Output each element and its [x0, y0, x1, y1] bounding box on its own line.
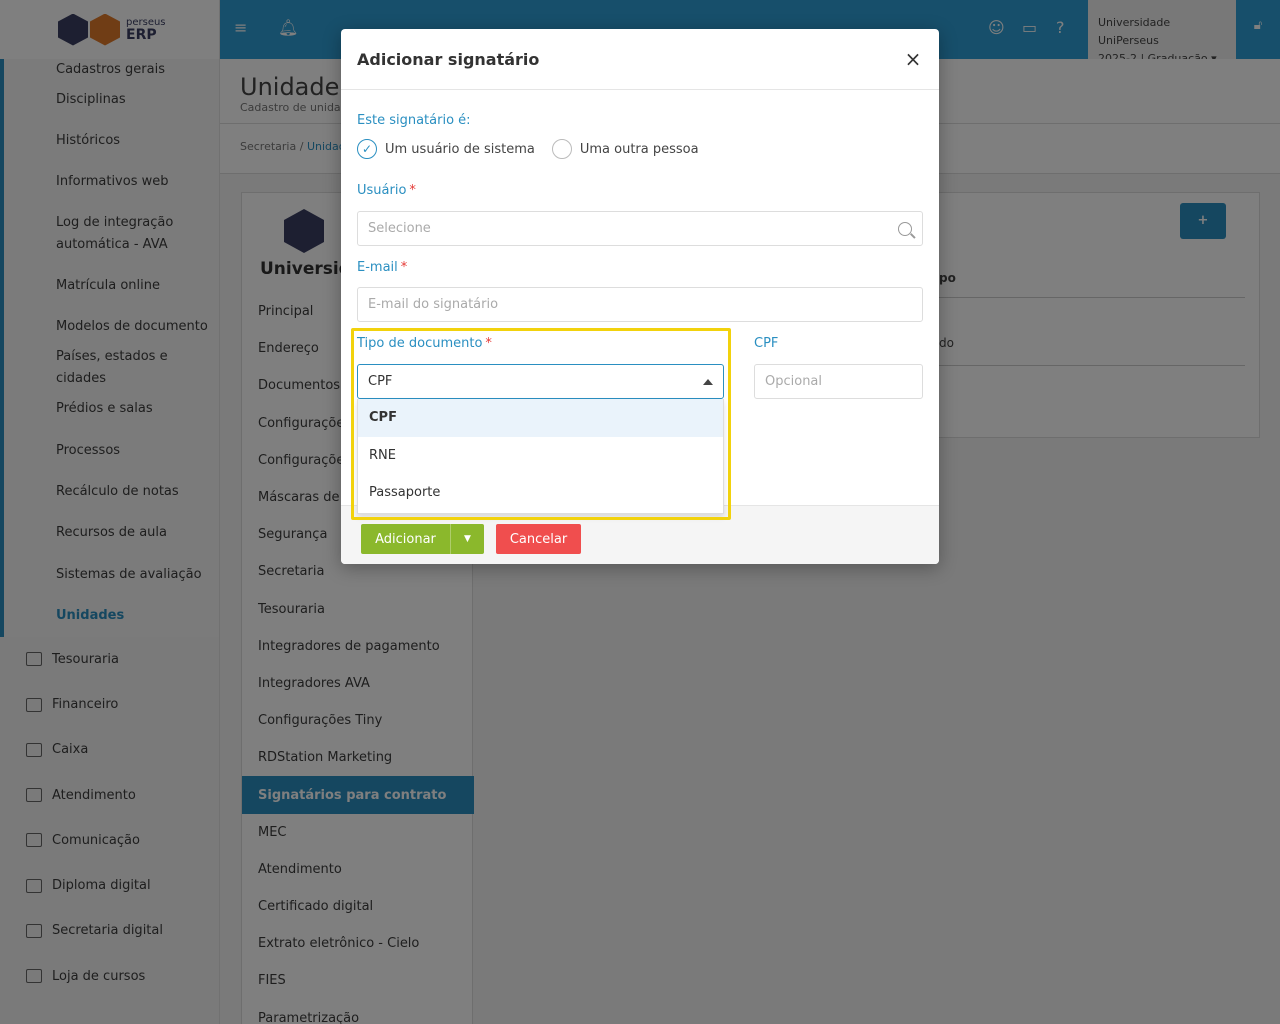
email-field[interactable] [357, 287, 923, 322]
doc-type-label-text: Tipo de documento [357, 336, 483, 351]
add-button-label[interactable]: Adicionar [361, 524, 450, 554]
user-label-text: Usuário [357, 183, 407, 198]
required-mark: * [409, 183, 416, 198]
cancel-button[interactable]: Cancelar [496, 524, 581, 554]
doc-type-dropdown: CPF RNE Passaporte [357, 399, 724, 514]
add-signatory-modal: Adicionar signatário × Este signatário é… [341, 29, 939, 564]
add-button[interactable]: Adicionar ▼ [361, 524, 484, 554]
doc-number-input[interactable] [765, 374, 912, 389]
doc-type-selected-value: CPF [368, 374, 393, 389]
chevron-down-icon[interactable]: ▼ [450, 524, 484, 554]
required-mark: * [400, 260, 408, 275]
email-label-text: E-mail [357, 260, 398, 275]
email-label: E-mail * [357, 260, 407, 275]
doc-number-field[interactable] [754, 364, 923, 399]
caret-up-icon [703, 378, 713, 385]
radio-system-user[interactable]: ✓ [357, 139, 377, 159]
check-icon: ✓ [361, 142, 373, 156]
doc-number-label: CPF [754, 336, 779, 351]
required-mark: * [485, 336, 492, 351]
user-label: Usuário * [357, 183, 416, 198]
doc-type-select[interactable]: CPF [357, 364, 724, 399]
close-icon[interactable]: × [903, 47, 923, 71]
modal-title: Adicionar signatário [357, 49, 540, 69]
email-input[interactable] [368, 297, 912, 312]
search-icon [898, 221, 912, 236]
doc-type-option-rne[interactable]: RNE [358, 437, 723, 475]
radio-other-person-label[interactable]: Uma outra pessoa [580, 142, 699, 157]
radio-system-user-label[interactable]: Um usuário de sistema [385, 142, 535, 157]
doc-type-label: Tipo de documento * [357, 336, 492, 351]
signatory-type-radio-group: ✓ Um usuário de sistema Uma outra pessoa [357, 139, 699, 159]
signatory-type-label: Este signatário é: [357, 113, 471, 128]
doc-type-option-cpf[interactable]: CPF [358, 399, 723, 437]
user-search-input[interactable] [368, 221, 898, 236]
radio-other-person[interactable] [551, 139, 572, 159]
user-select[interactable] [357, 211, 923, 246]
doc-type-option-passaporte[interactable]: Passaporte [358, 474, 723, 512]
